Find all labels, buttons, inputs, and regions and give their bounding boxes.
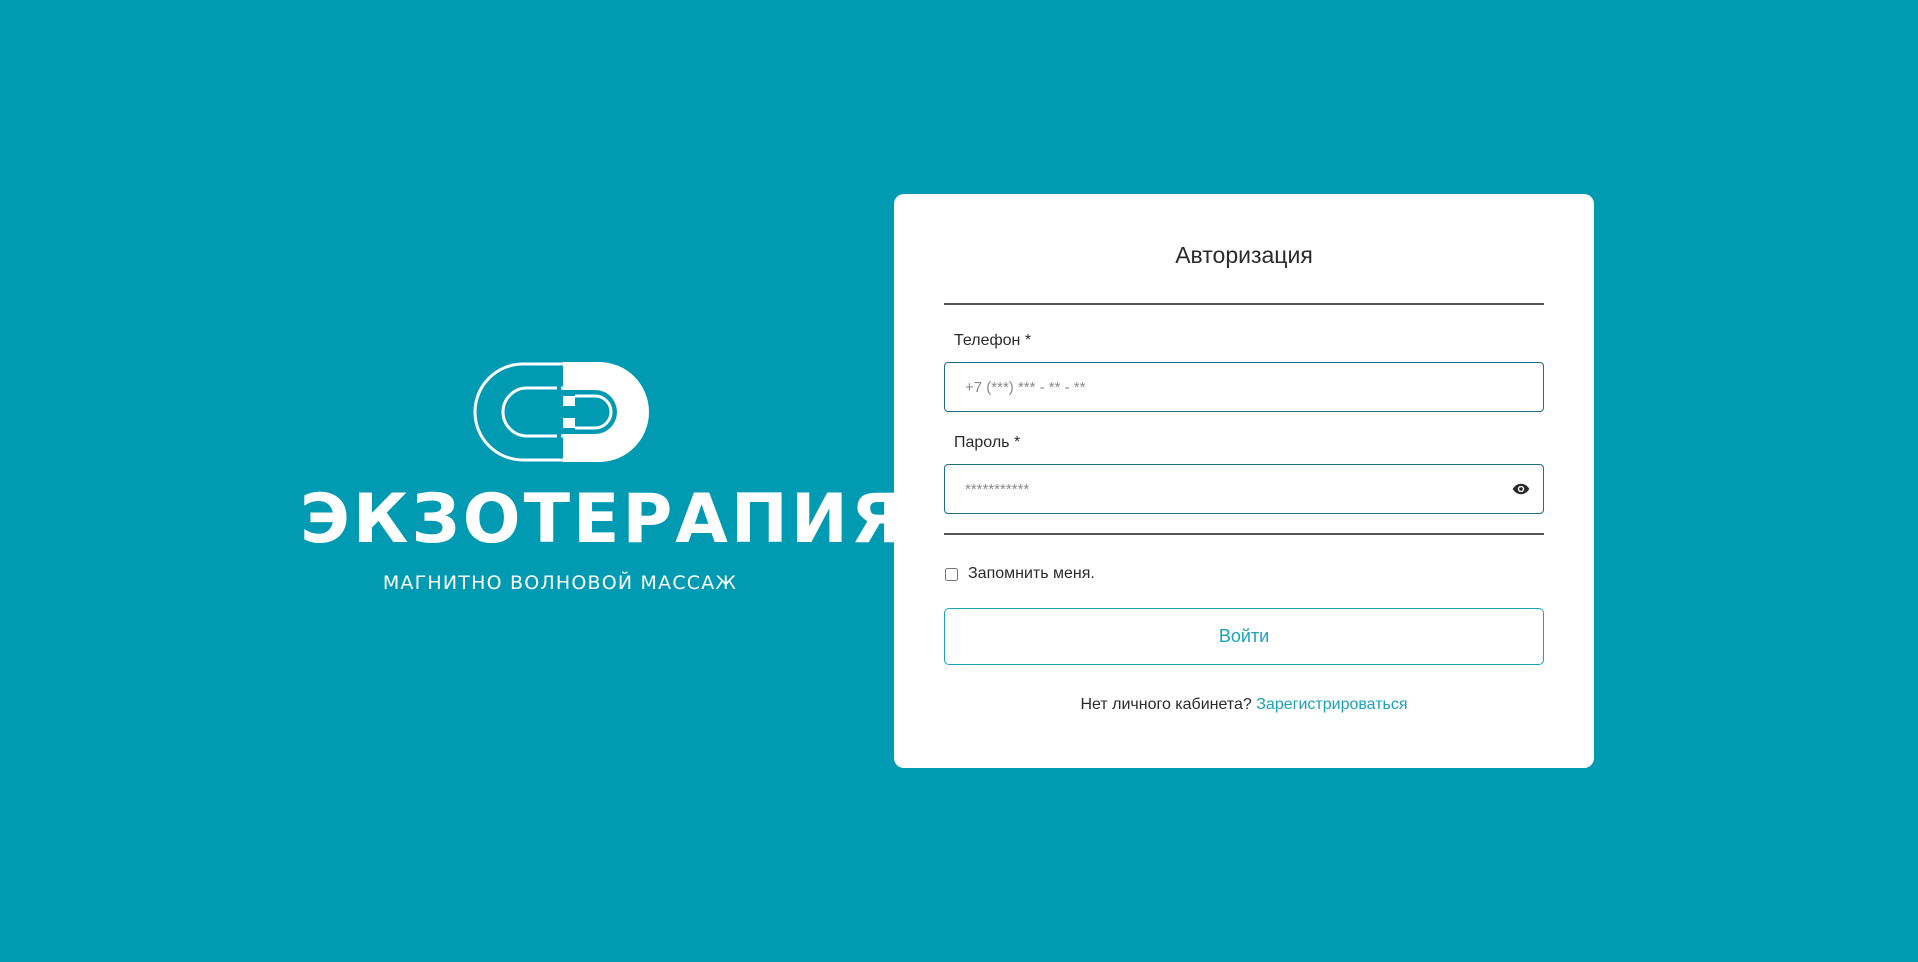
signup-row: Нет личного кабинета? Зарегистрироваться bbox=[894, 696, 1594, 714]
password-label: Пароль * bbox=[954, 434, 1021, 451]
password-field-box bbox=[944, 464, 1544, 514]
remember-row: Запомнить меня. bbox=[944, 564, 1095, 584]
login-page: ЭКЗОТЕРАПИЯ МАГНИТНО ВОЛНОВОЙ МАССАЖ Авт… bbox=[0, 0, 1918, 962]
phone-input[interactable] bbox=[965, 363, 1505, 411]
fields-divider bbox=[944, 533, 1544, 535]
title-divider bbox=[944, 303, 1544, 305]
phone-label: Телефон * bbox=[954, 332, 1032, 349]
remember-label: Запомнить меня. bbox=[968, 565, 1095, 582]
signup-link[interactable]: Зарегистрироваться bbox=[1256, 696, 1407, 713]
brand-name: ЭКЗОТЕРАПИЯ bbox=[300, 480, 907, 559]
login-button[interactable]: Войти bbox=[944, 608, 1544, 665]
auth-title: Авторизация bbox=[1175, 242, 1313, 268]
brand-block: ЭКЗОТЕРАПИЯ МАГНИТНО ВОЛНОВОЙ МАССАЖ bbox=[300, 360, 907, 594]
phone-field-box bbox=[944, 362, 1544, 412]
password-input[interactable] bbox=[965, 465, 1505, 513]
brand-tagline: МАГНИТНО ВОЛНОВОЙ МАССАЖ bbox=[382, 572, 738, 594]
remember-checkbox[interactable] bbox=[945, 567, 958, 581]
signup-prompt: Нет личного кабинета? bbox=[1080, 696, 1252, 713]
eye-icon[interactable] bbox=[1511, 480, 1531, 498]
auth-card: Авторизация Телефон * Пароль * Запомнить… bbox=[894, 194, 1594, 768]
magnet-capsule-logo bbox=[473, 362, 649, 462]
